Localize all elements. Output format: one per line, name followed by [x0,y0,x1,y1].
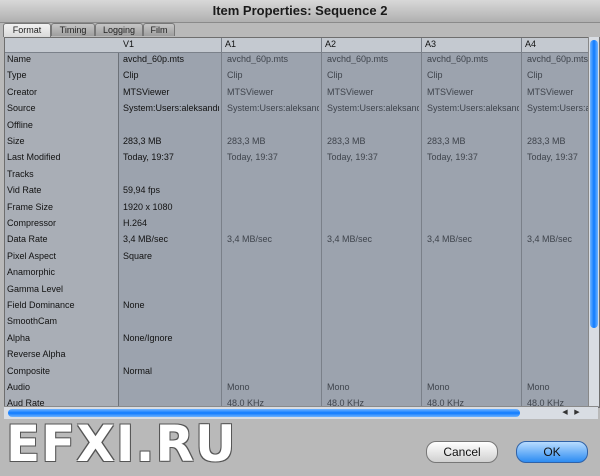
row-label: Field Dominance [7,300,75,310]
cell-a1[interactable]: avchd_60p.mts [227,54,319,64]
cell-a4[interactable]: 3,4 MB/sec [527,234,593,244]
cell-a3[interactable]: Today, 19:37 [427,152,519,162]
column-header-row: V1 A1 A2 A3 A4 [5,38,599,53]
row-label: Creator [7,86,38,97]
row-label: Frame Size [7,201,54,212]
row-label: Compressor [7,218,57,228]
window-title: Item Properties: Sequence 2 [212,3,388,18]
cell-a2[interactable]: 3,4 MB/sec [327,234,419,244]
cell-a3[interactable]: Clip [427,70,519,80]
row-label: Reverse Alpha [7,349,66,360]
row-label: Pixel Aspect [7,250,57,261]
cancel-button[interactable]: Cancel [426,441,498,463]
cell-v1[interactable]: 1920 x 1080 [123,202,219,212]
cell-v1[interactable]: Square [123,251,219,261]
cell-a3[interactable]: 3,4 MB/sec [427,234,519,244]
column-header-a2[interactable]: A2 [325,39,336,49]
vertical-scrollbar[interactable] [588,37,599,406]
cell-v1[interactable]: None [123,300,219,310]
cell-a2[interactable]: Clip [327,70,419,80]
column-divider [521,38,522,407]
cell-a2[interactable]: Mono [327,382,419,392]
tab-timing[interactable]: Timing [51,23,95,36]
row-label: Gamma Level [7,283,64,294]
row-label: Tracks [7,168,34,179]
cell-a3[interactable]: System:Users:aleksandri [427,103,519,113]
vertical-scroll-thumb[interactable] [590,40,598,328]
cell-a1[interactable]: 3,4 MB/sec [227,234,319,244]
row-label: Anamorphic [7,267,56,278]
row-label: Alpha [7,332,31,343]
row-label: Last Modified [7,152,61,163]
row-label: Audio [7,382,31,392]
cell-v1[interactable]: MTSViewer [123,87,219,97]
tab-logging[interactable]: Logging [95,23,143,36]
cell-v1[interactable]: 283,3 MB [123,136,219,146]
cell-a3[interactable]: Mono [427,382,519,392]
row-label: Source [7,103,36,114]
cell-a1[interactable]: Today, 19:37 [227,152,319,162]
cell-a4[interactable]: avchd_60p.mts [527,54,593,64]
cell-a4[interactable]: System:Users:aleksandri [527,103,593,113]
column-header-a1[interactable]: A1 [225,39,236,49]
scroll-left-arrow-icon[interactable]: ◀ [560,408,570,418]
scroll-right-arrow-icon[interactable]: ▶ [572,408,582,418]
cell-a1[interactable]: Clip [227,70,319,80]
cell-v1[interactable]: System:Users:aleksandri [123,103,219,113]
cell-a3[interactable]: 283,3 MB [427,136,519,146]
cell-a2[interactable]: Today, 19:37 [327,152,419,162]
cell-v1[interactable]: Today, 19:37 [123,152,219,162]
cell-a1[interactable]: 283,3 MB [227,136,319,146]
cell-a1[interactable]: MTSViewer [227,87,319,97]
column-divider [421,38,422,407]
cell-a1[interactable]: System:Users:aleksandri [227,103,319,113]
cell-a4[interactable]: Clip [527,70,593,80]
cell-a3[interactable]: avchd_60p.mts [427,54,519,64]
cell-a2[interactable]: System:Users:aleksandri [327,103,419,113]
row-label: SmoothCam [7,316,58,327]
cell-a1[interactable]: Mono [227,382,319,392]
title-bar: Item Properties: Sequence 2 [0,0,600,23]
cell-v1[interactable]: Clip [123,70,219,80]
cell-a4[interactable]: MTSViewer [527,87,593,97]
cell-v1[interactable]: avchd_60p.mts [123,54,219,64]
column-header-v1[interactable]: V1 [123,39,134,49]
row-label: Offline [7,119,33,130]
tab-format[interactable]: Format [3,23,51,37]
column-divider [221,38,222,407]
row-label: Data Rate [7,234,48,245]
row-label: Type [7,70,27,81]
watermark-text: EFXI.RU [6,415,237,473]
cell-a4[interactable]: 283,3 MB [527,136,593,146]
column-header-a3[interactable]: A3 [425,39,436,49]
cell-v1[interactable]: None/Ignore [123,333,219,343]
cell-a2[interactable]: avchd_60p.mts [327,54,419,64]
properties-panel: V1 A1 A2 A3 A4 Name avchd_60p.mts avchd_60… [4,37,600,408]
cell-a2[interactable]: 283,3 MB [327,136,419,146]
cell-a4[interactable]: Mono [527,382,593,392]
cell-v1[interactable]: Normal [123,366,219,376]
cell-v1[interactable]: H.264 [123,218,219,228]
cell-v1[interactable]: 59,94 fps [123,185,219,195]
cell-a4[interactable]: Today, 19:37 [527,152,593,162]
cell-v1[interactable]: 3,4 MB/sec [123,234,219,244]
tab-film[interactable]: Film [143,23,175,36]
column-divider [321,38,322,407]
cell-a3[interactable]: MTSViewer [427,87,519,97]
row-label: Size [7,136,25,146]
row-label: Composite [7,365,51,376]
ok-button[interactable]: OK [516,441,588,463]
row-label: Name [7,54,32,64]
column-header-a4[interactable]: A4 [525,39,536,49]
cell-a2[interactable]: MTSViewer [327,87,419,97]
row-label: Vid Rate [7,185,42,196]
